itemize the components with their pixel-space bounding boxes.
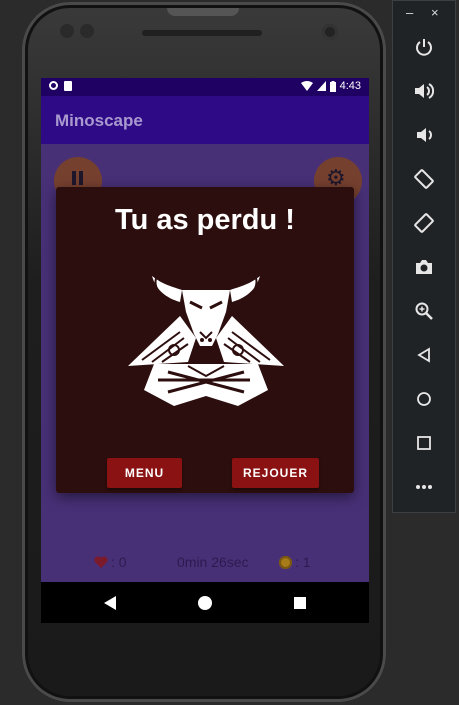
rotate-right-icon <box>414 213 434 233</box>
replay-button[interactable]: REJOUER <box>232 458 319 488</box>
app-bar: Minoscape <box>41 96 369 144</box>
minotaur-emblem-icon <box>128 276 284 406</box>
signal-icon <box>316 81 326 91</box>
game-over-dialog: Tu as perdu ! MENU REJOUER <box>56 187 354 493</box>
lives-value: : 0 <box>111 554 127 570</box>
minimize-button[interactable]: – <box>406 5 413 20</box>
emulator-home-button[interactable] <box>407 384 441 414</box>
device-screen: 4:43 Minoscape ⚙ Tu as perdu ! MENU REJO… <box>41 78 369 623</box>
volume-up-button[interactable] <box>407 76 441 106</box>
close-button[interactable]: × <box>431 5 439 20</box>
front-camera <box>322 24 338 40</box>
screenshot-button[interactable] <box>407 252 441 282</box>
game-stats: : 0 0min 26sec : 1 <box>41 554 369 574</box>
volume-down-button[interactable] <box>407 120 441 150</box>
more-icon <box>416 485 432 489</box>
rotate-left-icon <box>414 169 434 189</box>
emulator-back-button[interactable] <box>407 340 441 370</box>
elapsed-time: 0min 26sec <box>177 554 249 570</box>
coin-icon <box>279 555 292 569</box>
overview-icon <box>417 436 431 450</box>
home-icon <box>417 392 431 406</box>
sensor-dot <box>80 24 94 38</box>
emulator-overview-button[interactable] <box>407 428 441 458</box>
coins-value: : 1 <box>295 554 311 570</box>
android-nav-bar <box>41 582 369 623</box>
lives-counter: : 0 <box>94 554 127 570</box>
zoom-icon <box>415 302 433 320</box>
back-icon <box>417 347 430 363</box>
menu-button[interactable]: MENU <box>107 458 182 488</box>
more-button[interactable] <box>407 472 441 502</box>
wifi-icon <box>300 81 313 91</box>
coins-counter: : 1 <box>279 554 311 570</box>
earpiece <box>142 30 262 36</box>
rotate-left-button[interactable] <box>407 164 441 194</box>
game-over-message: Tu as perdu ! <box>115 204 295 236</box>
overview-icon[interactable] <box>294 597 306 609</box>
back-icon[interactable] <box>104 596 116 610</box>
status-time: 4:43 <box>339 80 361 92</box>
sensor-dot <box>60 24 74 38</box>
emulator-controls: – × <box>392 0 456 513</box>
status-bar: 4:43 <box>41 78 369 96</box>
volume-down-icon <box>417 128 432 142</box>
power-icon <box>416 39 432 56</box>
sd-card-icon <box>64 81 72 91</box>
heart-icon <box>94 555 108 568</box>
zoom-button[interactable] <box>407 296 441 326</box>
app-title: Minoscape <box>55 111 143 130</box>
home-icon[interactable] <box>198 596 212 610</box>
battery-icon <box>329 80 336 92</box>
rotate-right-button[interactable] <box>407 208 441 238</box>
power-button[interactable] <box>407 32 441 62</box>
camera-icon <box>416 260 432 274</box>
volume-up-icon <box>415 83 434 99</box>
notification-circle-icon <box>49 81 58 90</box>
phone-top-slot <box>167 8 239 16</box>
